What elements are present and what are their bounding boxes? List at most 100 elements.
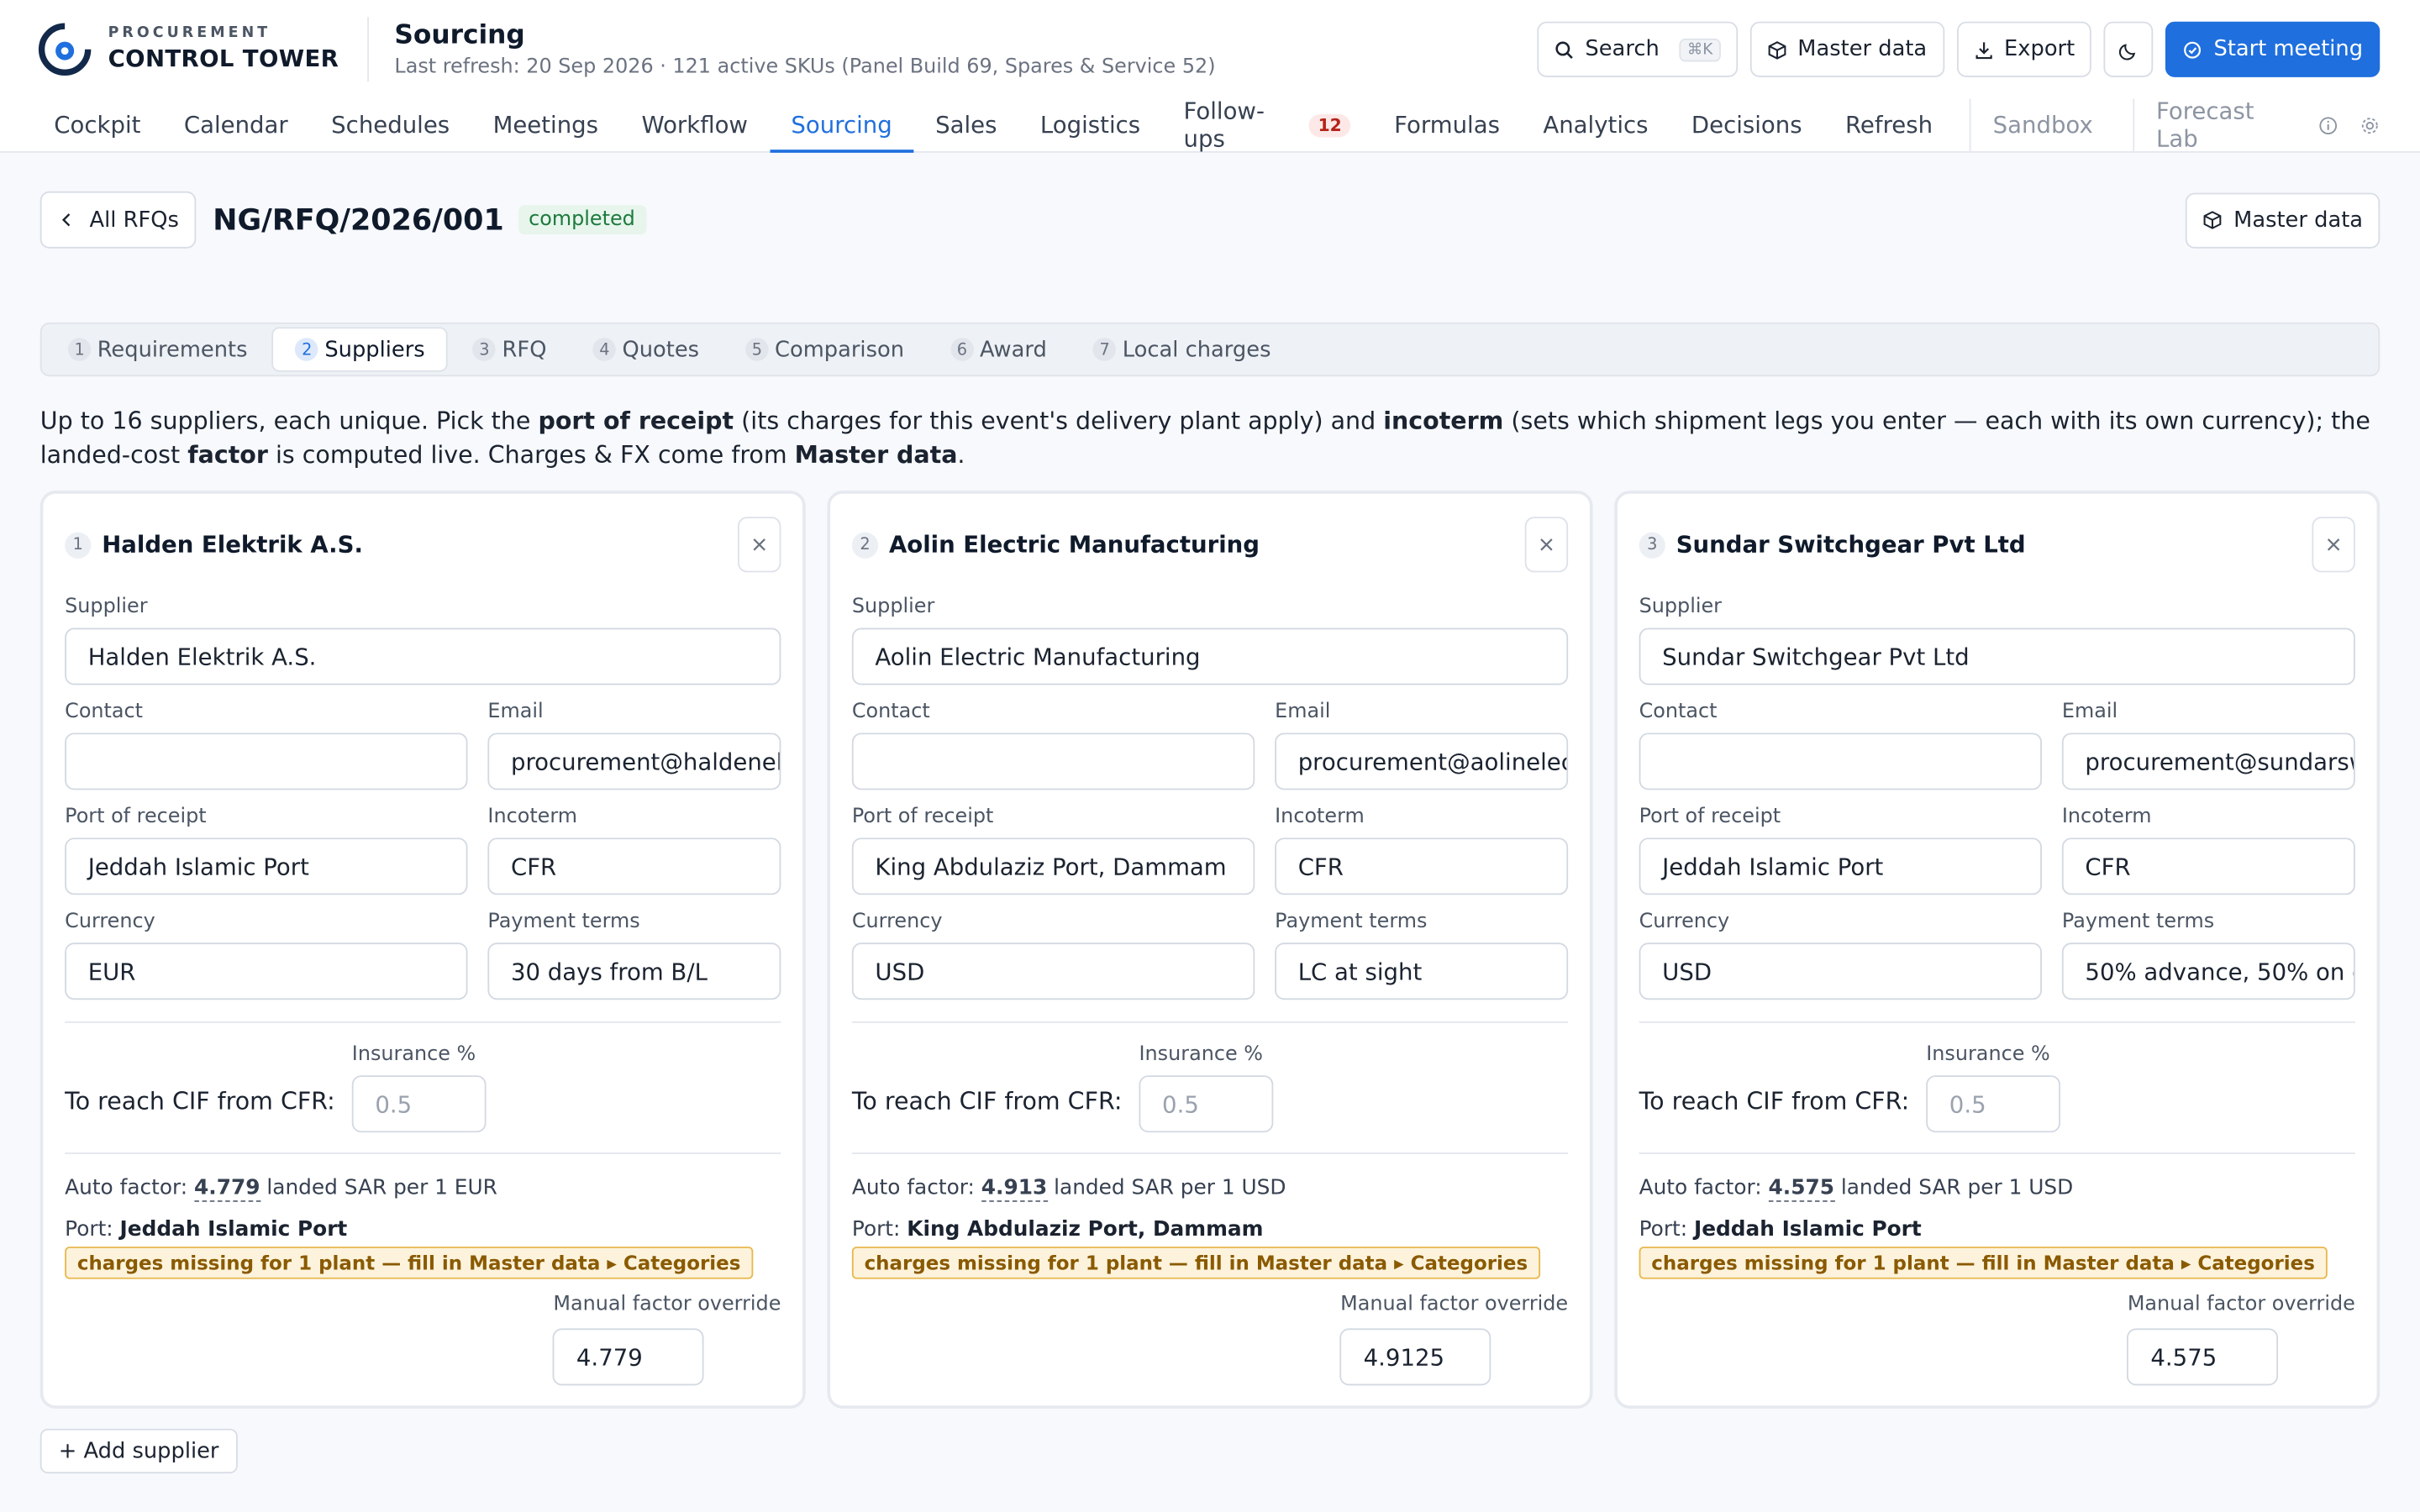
- add-supplier-button[interactable]: + Add supplier: [39, 1428, 238, 1474]
- supplier-select[interactable]: Aolin Electric Manufacturing: [851, 627, 1569, 685]
- email-input[interactable]: procurement@haldenelektrik.com: [487, 732, 781, 790]
- manual-factor-override-input[interactable]: 4.9125: [1340, 1328, 1492, 1386]
- rfq-titlebar: All RFQs NG/RFQ/2026/001 completed Maste…: [39, 191, 2381, 249]
- step-requirements[interactable]: 1 Requirements: [46, 327, 269, 371]
- manual-factor-override-input[interactable]: 4.575: [2127, 1328, 2279, 1386]
- close-icon: [2327, 538, 2340, 551]
- supplier-card-title: Halden Elektrik A.S.: [102, 530, 363, 559]
- contact-input[interactable]: [65, 732, 468, 790]
- supplier-select[interactable]: Halden Elektrik A.S.: [65, 627, 781, 685]
- currency-select[interactable]: EUR: [65, 942, 468, 1000]
- nav-item-follow-ups[interactable]: Follow-ups 12: [1162, 97, 1373, 153]
- payment-terms-field-label: Payment terms: [487, 910, 640, 934]
- nav-item-schedules[interactable]: Schedules: [309, 99, 471, 151]
- page-title: Sourcing: [394, 19, 525, 51]
- port-field-label: Port of receipt: [851, 805, 994, 829]
- port-line: Port: Jeddah Islamic Port: [65, 1217, 348, 1242]
- auto-factor-value[interactable]: 4.575: [1768, 1175, 1834, 1202]
- nav-item-sales[interactable]: Sales: [913, 99, 1018, 151]
- payment-terms-input[interactable]: LC at sight: [1275, 942, 1569, 1000]
- payment-terms-input[interactable]: 30 days from B/L: [487, 942, 781, 1000]
- currency-select[interactable]: USD: [1639, 942, 2042, 1000]
- email-input[interactable]: procurement@sundarswitchgear.com: [2061, 732, 2355, 790]
- settings-icon[interactable]: [2360, 115, 2380, 135]
- incoterm-field-label: Incoterm: [2061, 805, 2152, 829]
- remove-supplier-button[interactable]: [737, 517, 781, 573]
- nav-item-analytics[interactable]: Analytics: [1522, 99, 1670, 151]
- insurance-input[interactable]: 0.5: [1139, 1075, 1274, 1133]
- override-field-label: Manual factor override: [553, 1293, 781, 1316]
- contact-input[interactable]: [851, 732, 1255, 790]
- auto-factor-value[interactable]: 4.913: [981, 1175, 1048, 1202]
- contact-field-label: Contact: [1639, 700, 1718, 724]
- status-badge: completed: [518, 205, 646, 235]
- step-rfq[interactable]: 3 RFQ: [451, 327, 568, 371]
- step-award[interactable]: 6 Award: [929, 327, 1068, 371]
- remove-supplier-button[interactable]: [2312, 517, 2355, 573]
- nav-item-workflow[interactable]: Workflow: [620, 99, 770, 151]
- email-input[interactable]: procurement@aolinelectric.com: [1275, 732, 1569, 790]
- nav-item-sandbox[interactable]: Sandbox: [1971, 99, 2133, 151]
- port-of-receipt-select[interactable]: Jeddah Islamic Port: [1639, 837, 2042, 895]
- app-root: PROCUREMENT CONTROL TOWER Sourcing Last …: [0, 0, 2420, 1512]
- intro-text: Up to 16 suppliers, each unique. Pick th…: [39, 407, 2370, 470]
- close-icon: [753, 538, 765, 551]
- nav-item-decisions[interactable]: Decisions: [1670, 99, 1823, 151]
- main-content: All RFQs NG/RFQ/2026/001 completed Maste…: [0, 191, 2420, 1474]
- manual-factor-override-input[interactable]: 4.779: [553, 1328, 705, 1386]
- incoterm-select[interactable]: CFR: [487, 837, 781, 895]
- export-button[interactable]: Export: [1956, 21, 2092, 77]
- incoterm-select[interactable]: CFR: [1275, 837, 1569, 895]
- insurance-field-label: Insurance %: [1926, 1042, 2050, 1067]
- missing-charges-warning[interactable]: charges missing for 1 plant — fill in Ma…: [1639, 1247, 2328, 1279]
- contact-input[interactable]: [1639, 732, 2042, 790]
- step-comparison[interactable]: 5 Comparison: [723, 327, 925, 371]
- download-icon: [1975, 41, 1991, 59]
- supplier-select[interactable]: Sundar Switchgear Pvt Ltd: [1639, 627, 2355, 685]
- port-line: Port: King Abdulaziz Port, Dammam: [851, 1217, 1264, 1242]
- auto-factor-suffix: landed SAR per 1 USD: [1840, 1175, 2074, 1200]
- theme-toggle-button[interactable]: [2104, 21, 2154, 77]
- payment-terms-field-label: Payment terms: [1275, 910, 1428, 934]
- search-icon: [1555, 40, 1573, 59]
- insurance-input[interactable]: 0.5: [351, 1075, 487, 1133]
- step-suppliers[interactable]: 2 Suppliers: [271, 327, 449, 372]
- incoterm-select[interactable]: CFR: [2061, 837, 2355, 895]
- master-data-button[interactable]: Master data: [1749, 21, 1944, 77]
- nav-item-logistics[interactable]: Logistics: [1018, 99, 1162, 151]
- rfq-master-data-label: Master data: [2233, 207, 2364, 233]
- nav-item-calendar[interactable]: Calendar: [162, 99, 309, 151]
- start-meeting-button[interactable]: Start meeting: [2165, 21, 2381, 77]
- insurance-field-label: Insurance %: [351, 1042, 476, 1067]
- insurance-input[interactable]: 0.5: [1926, 1075, 2061, 1133]
- nav-item-forecast-lab[interactable]: Forecast Lab: [2134, 97, 2318, 153]
- search-button[interactable]: Search ⌘K: [1537, 21, 1738, 77]
- nav-item-meetings[interactable]: Meetings: [471, 99, 620, 151]
- nav-item-cockpit[interactable]: Cockpit: [33, 99, 163, 151]
- search-label: Search: [1585, 37, 1660, 62]
- currency-field-label: Currency: [1639, 910, 1730, 934]
- info-icon[interactable]: [2318, 115, 2338, 135]
- port-of-receipt-select[interactable]: Jeddah Islamic Port: [65, 837, 468, 895]
- missing-charges-warning[interactable]: charges missing for 1 plant — fill in Ma…: [65, 1247, 754, 1279]
- nav-item-refresh[interactable]: Refresh: [1823, 99, 1970, 151]
- nav-item-formulas[interactable]: Formulas: [1372, 99, 1521, 151]
- payment-terms-input[interactable]: 50% advance, 50% on delivery: [2061, 942, 2355, 1000]
- supplier-number: 1: [65, 531, 92, 558]
- back-to-rfqs-button[interactable]: All RFQs: [39, 191, 197, 249]
- remove-supplier-button[interactable]: [1524, 517, 1569, 573]
- step-quotes[interactable]: 4 Quotes: [571, 327, 721, 371]
- missing-charges-warning[interactable]: charges missing for 1 plant — fill in Ma…: [851, 1247, 1540, 1279]
- brand[interactable]: PROCUREMENT CONTROL TOWER: [37, 17, 369, 82]
- override-field-label: Manual factor override: [2127, 1293, 2355, 1316]
- step-local-charges[interactable]: 7 Local charges: [1071, 327, 1292, 371]
- email-field-label: Email: [1275, 700, 1331, 724]
- currency-select[interactable]: USD: [851, 942, 1255, 1000]
- start-meeting-label: Start meeting: [2213, 37, 2364, 62]
- supplier-number: 3: [1639, 531, 1665, 558]
- auto-factor-value[interactable]: 4.779: [194, 1175, 260, 1202]
- rfq-master-data-button[interactable]: Master data: [2186, 192, 2381, 248]
- top-header: PROCUREMENT CONTROL TOWER Sourcing Last …: [0, 0, 2420, 99]
- port-of-receipt-select[interactable]: King Abdulaziz Port, Dammam: [851, 837, 1255, 895]
- nav-item-sourcing[interactable]: Sourcing: [769, 99, 914, 153]
